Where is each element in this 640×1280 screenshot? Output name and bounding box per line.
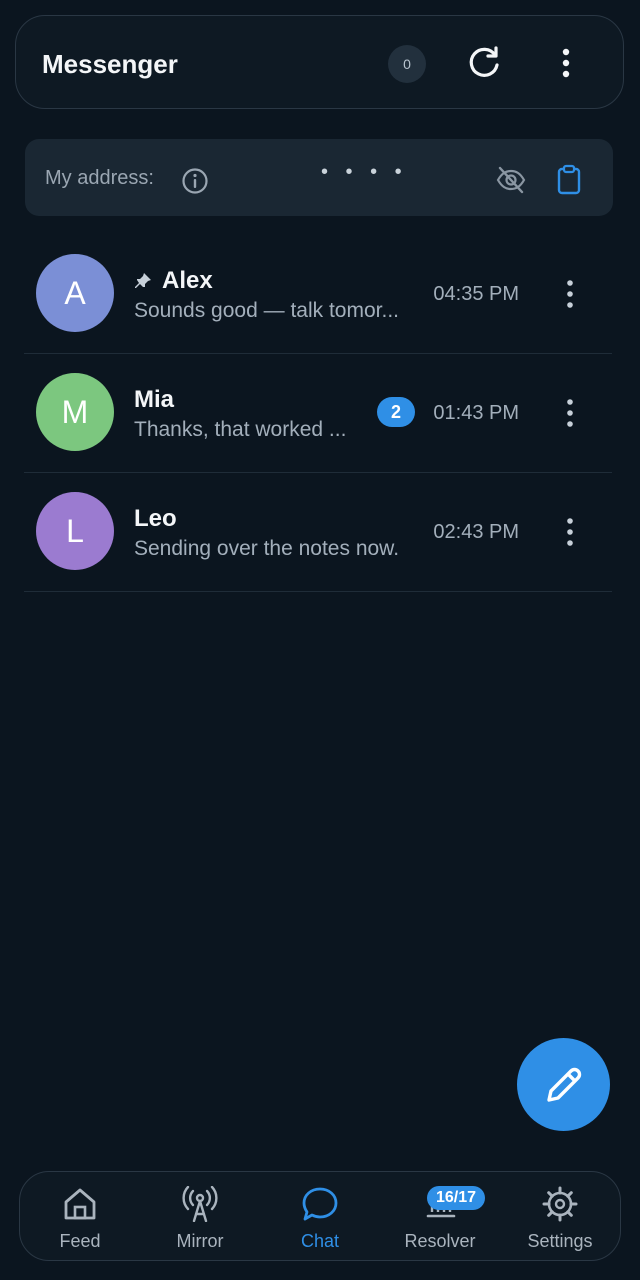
- more-vertical-icon[interactable]: [558, 275, 582, 313]
- chat-preview: Sending over the notes now.: [134, 537, 400, 560]
- nav-label: Feed: [59, 1231, 101, 1251]
- info-icon[interactable]: [181, 167, 209, 195]
- resolver-badge: 16/17: [427, 1186, 485, 1210]
- chat-preview: Thanks, that worked ...: [134, 418, 347, 441]
- chat-preview: Sounds good — talk tomor...: [134, 299, 399, 322]
- chat-name: Alex: [162, 267, 213, 294]
- avatar: A: [36, 254, 114, 332]
- bottom-nav: Feed Mirror Chat Resolver Settings 16/17: [19, 1171, 621, 1261]
- chat-time: 01:43 PM: [433, 402, 519, 424]
- refresh-icon[interactable]: [464, 43, 504, 83]
- chat-name-line: Alex: [134, 267, 213, 295]
- more-vertical-icon[interactable]: [552, 43, 580, 83]
- address-value-masked: • • • •: [321, 161, 408, 183]
- nav-item-mirror[interactable]: Mirror: [140, 1172, 260, 1262]
- chat-list: A Alex Sounds good — talk tomor... 04:35…: [24, 235, 612, 592]
- chat-name-line: Mia: [134, 386, 174, 414]
- more-vertical-icon[interactable]: [558, 394, 582, 432]
- avatar: L: [36, 492, 114, 570]
- chat-time: 04:35 PM: [433, 283, 519, 305]
- chat-name: Mia: [134, 386, 175, 413]
- gear-icon: [542, 1186, 578, 1222]
- chat-row-mia[interactable]: M Mia Thanks, that worked ... 2 01:43 PM: [24, 354, 612, 473]
- chat-row-leo[interactable]: L Leo Sending over the notes now. 02:43 …: [24, 473, 612, 592]
- unread-badge: 2: [377, 397, 415, 427]
- nav-item-chat[interactable]: Chat: [260, 1172, 380, 1262]
- chat-time: 02:43 PM: [433, 521, 519, 543]
- chat-row-alex[interactable]: A Alex Sounds good — talk tomor... 04:35…: [24, 235, 612, 354]
- home-icon: [64, 1188, 96, 1220]
- my-address-bar: My address: • • • •: [25, 139, 613, 216]
- eye-off-icon[interactable]: [495, 164, 527, 196]
- clipboard-icon[interactable]: [554, 164, 584, 196]
- antenna-icon: [182, 1186, 218, 1222]
- nav-label: Settings: [527, 1231, 593, 1251]
- page-title: Messenger: [42, 49, 178, 79]
- more-vertical-icon[interactable]: [558, 513, 582, 551]
- nav-item-feed[interactable]: Feed: [20, 1172, 140, 1262]
- address-label: My address:: [45, 167, 154, 189]
- nav-item-settings[interactable]: Settings: [500, 1172, 620, 1262]
- compose-button[interactable]: [517, 1038, 610, 1131]
- chat-bubble-icon: [302, 1187, 338, 1221]
- pin-icon: [135, 273, 151, 288]
- nav-label: Chat: [300, 1231, 340, 1251]
- nav-label: Resolver: [404, 1231, 476, 1251]
- pencil-icon: [547, 1067, 582, 1102]
- nav-label: Mirror: [176, 1231, 224, 1251]
- chat-name: Leo: [134, 505, 177, 532]
- app-header: Messenger 0: [15, 15, 624, 109]
- avatar: M: [36, 373, 114, 451]
- count-badge[interactable]: 0: [388, 45, 426, 83]
- chat-name-line: Leo: [134, 505, 177, 533]
